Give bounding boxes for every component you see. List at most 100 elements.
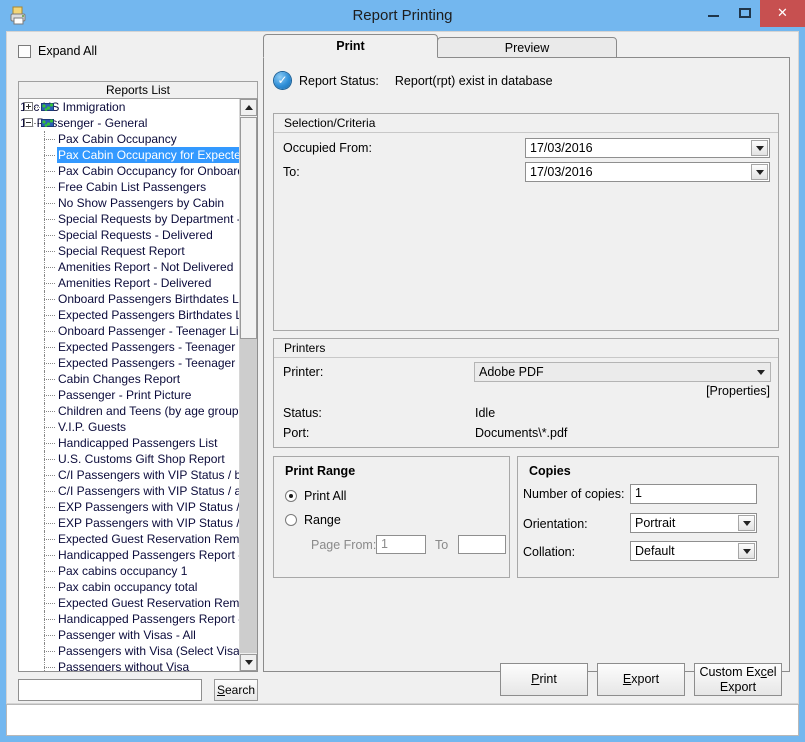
tree-item[interactable]: Handicapped Passengers List — [19, 435, 240, 451]
tree-item[interactable]: Special Requests by Department - ... — [19, 211, 240, 227]
tree-item-label: Amenities Report - Delivered — [58, 276, 212, 290]
tree-item[interactable]: V.I.P. Guests — [19, 419, 240, 435]
chevron-down-icon[interactable] — [751, 164, 768, 180]
tree-item-label: C/I Passengers with VIP Status / b... — [58, 468, 240, 482]
number-of-copies-input[interactable]: 1 — [630, 484, 757, 504]
tab-preview[interactable]: Preview — [437, 37, 617, 58]
maximize-button[interactable] — [729, 0, 760, 27]
orientation-value: Portrait — [635, 516, 676, 530]
search-input[interactable] — [18, 679, 202, 701]
tree-item-label: Pax Cabin Occupancy for Expected — [57, 147, 240, 163]
reports-list-header: Reports List — [18, 81, 258, 98]
tree-item[interactable]: EXP Passengers with VIP Status / all — [19, 515, 240, 531]
tree-item[interactable]: Special Request Report — [19, 243, 240, 259]
tree-item[interactable]: Pax cabins occupancy 1 — [19, 563, 240, 579]
tree-item[interactable]: Special Requests - Delivered — [19, 227, 240, 243]
occupied-from-label: Occupied From: — [283, 141, 372, 155]
tree-item[interactable]: C/I Passengers with VIP Status / b... — [19, 467, 240, 483]
tree-item[interactable]: Onboard Passenger - Teenager List — [19, 323, 240, 339]
printer-properties-link[interactable]: [Properties] — [706, 384, 770, 398]
tree-item[interactable]: C/I Passengers with VIP Status / all — [19, 483, 240, 499]
tree-item[interactable]: Amenities Report - Not Delivered — [19, 259, 240, 275]
custom-excel-export-button[interactable]: Custom Excel Export — [694, 663, 782, 696]
tree-item[interactable]: Passengers with Visa (Select Visa ... — [19, 643, 240, 659]
chevron-down-icon[interactable] — [738, 515, 755, 531]
radio-range[interactable]: Range — [285, 513, 341, 527]
chevron-down-icon[interactable] — [738, 543, 755, 559]
orientation-combo[interactable]: Portrait — [630, 513, 757, 533]
scrollbar-thumb[interactable] — [240, 117, 257, 339]
tree-item[interactable]: Expected Passengers Birthdates List — [19, 307, 240, 323]
tree-item[interactable]: Pax cabin occupancy total — [19, 579, 240, 595]
print-range-title: Print Range — [285, 464, 356, 478]
to-date-combo[interactable]: 17/03/2016 — [525, 162, 770, 182]
scrollbar-track[interactable] — [240, 339, 257, 653]
to-date-label: To: — [283, 165, 300, 179]
tree-item[interactable]: Handicapped Passengers Report - ... — [19, 547, 240, 563]
tree-item[interactable]: Expected Passengers - Teenager List — [19, 339, 240, 355]
tree-item[interactable]: Passenger with Visas - All — [19, 627, 240, 643]
tree-item[interactable]: No Show Passengers by Cabin — [19, 195, 240, 211]
triangle-down-icon — [756, 369, 765, 375]
scroll-down-button[interactable] — [240, 654, 257, 671]
window-title: Report Printing — [352, 7, 453, 24]
printer-combo[interactable]: Adobe PDF — [474, 362, 771, 382]
tree-item-label: Pax Cabin Occupancy for Onboard — [58, 164, 240, 178]
page-to-input[interactable] — [458, 535, 506, 554]
tree-item-label: Onboard Passengers Birthdates List — [58, 292, 240, 306]
scroll-up-button[interactable] — [240, 99, 257, 116]
tree-item[interactable]: EXP Passengers with VIP Status / ... — [19, 499, 240, 515]
tree-item[interactable]: Amenities Report - Delivered — [19, 275, 240, 291]
chevron-down-icon[interactable] — [751, 140, 768, 156]
expand-all-checkbox[interactable]: Expand All — [18, 44, 97, 58]
occupied-from-value: 17/03/2016 — [530, 141, 593, 155]
radio-button-icon — [285, 514, 297, 526]
radio-print-all[interactable]: Print All — [285, 489, 346, 503]
tree-item[interactable]: Passenger - Print Picture — [19, 387, 240, 403]
page-from-label: Page From: — [311, 538, 377, 552]
occupied-from-combo[interactable]: 17/03/2016 — [525, 138, 770, 158]
tree-item[interactable]: Expected Guest Reservation Rem... — [19, 531, 240, 547]
tree-item[interactable]: Expected Guest Reservation Rem... — [19, 595, 240, 611]
expand-plus-icon[interactable] — [24, 102, 33, 111]
reports-tree[interactable]: 10c US Immigration 1a Passenger - General… — [18, 98, 258, 672]
page-from-input[interactable]: 1 — [376, 535, 426, 554]
tree-item[interactable]: Handicapped Passengers Report - ... — [19, 611, 240, 627]
print-all-label: Print All — [304, 489, 347, 503]
tree-item[interactable]: Passengers without Visa — [19, 659, 240, 671]
reports-tree-scrollbar[interactable] — [239, 99, 257, 671]
tree-item[interactable]: Pax Cabin Occupancy — [19, 131, 240, 147]
tree-item[interactable]: Pax Cabin Occupancy for Expected — [19, 147, 240, 163]
report-folder-icon — [40, 116, 55, 130]
status-bar — [6, 704, 799, 736]
tree-item[interactable]: Free Cabin List Passengers — [19, 179, 240, 195]
selection-criteria-title: Selection/Criteria — [274, 114, 778, 133]
collation-value: Default — [635, 544, 675, 558]
excel-button-line2: Export — [719, 679, 757, 694]
tree-item[interactable]: Children and Teens (by age groups) — [19, 403, 240, 419]
copies-title: Copies — [529, 464, 571, 478]
tree-item[interactable]: Cabin Changes Report — [19, 371, 240, 387]
tree-item[interactable]: Expected Passengers - Teenager ... — [19, 355, 240, 371]
tree-item[interactable]: U.S. Customs Gift Shop Report — [19, 451, 240, 467]
tree-group-1[interactable]: 1a Passenger - General — [19, 115, 240, 131]
printers-title: Printers — [274, 339, 778, 358]
tree-item-label: C/I Passengers with VIP Status / all — [58, 484, 240, 498]
search-row: Search — [18, 679, 258, 701]
chevron-down-icon[interactable] — [752, 364, 769, 380]
export-button[interactable]: Export — [597, 663, 685, 696]
close-button[interactable]: ✕ — [760, 0, 805, 27]
search-button[interactable]: Search — [214, 679, 258, 701]
tree-group-0[interactable]: 10c US Immigration — [19, 99, 240, 115]
print-button[interactable]: Print — [500, 663, 588, 696]
minimize-button[interactable] — [698, 0, 729, 27]
collapse-minus-icon[interactable] — [24, 118, 33, 127]
radio-button-icon — [285, 490, 297, 502]
collation-combo[interactable]: Default — [630, 541, 757, 561]
tree-item[interactable]: Onboard Passengers Birthdates List — [19, 291, 240, 307]
tree-item-label: Expected Guest Reservation Rem... — [58, 596, 240, 610]
tab-print[interactable]: Print — [263, 34, 438, 58]
page-to-label: To — [435, 538, 449, 552]
tree-item[interactable]: Pax Cabin Occupancy for Onboard — [19, 163, 240, 179]
tree-item-label: Expected Passengers Birthdates List — [58, 308, 240, 322]
